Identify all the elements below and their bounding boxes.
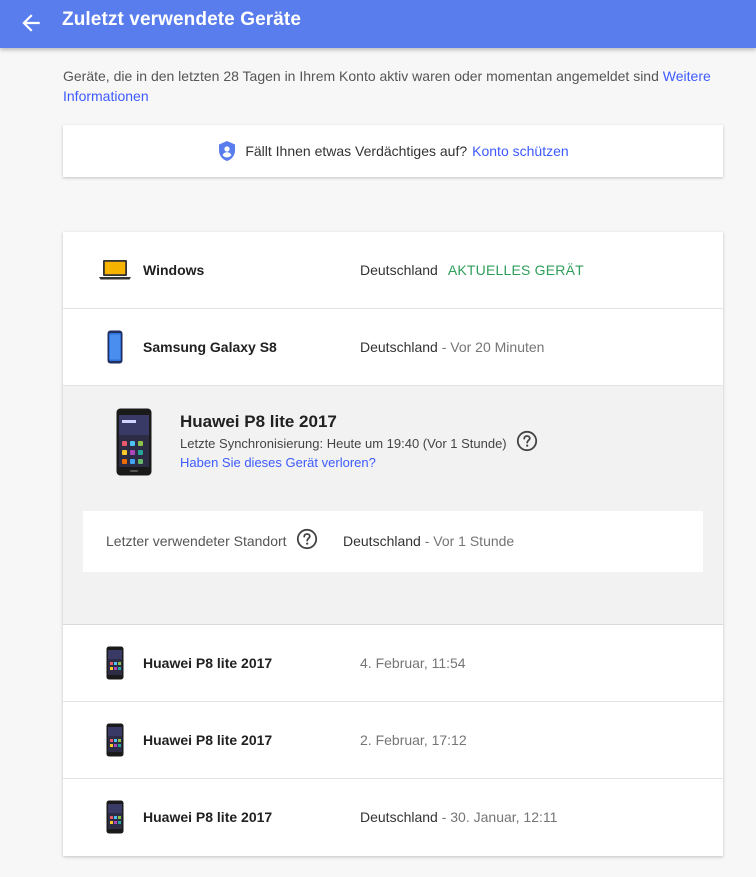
device-location: Deutschland xyxy=(360,262,438,278)
arrow-back-icon xyxy=(22,14,40,32)
device-time: 2. Februar, 17:12 xyxy=(360,732,467,748)
location-time: - Vor 1 Stunde xyxy=(420,533,515,549)
device-location: Deutschland xyxy=(360,809,438,825)
device-location: Deutschland xyxy=(360,339,438,355)
device-time: 4. Februar, 11:54 xyxy=(360,655,466,671)
device-meta: 4. Februar, 11:54 xyxy=(360,655,466,671)
device-time: - Vor 20 Minuten xyxy=(437,339,545,355)
last-location-label: Letzter verwendeter Standort xyxy=(106,533,287,549)
device-meta: 2. Februar, 17:12 xyxy=(360,732,467,748)
huawei-phone-icon xyxy=(97,645,133,681)
help-icon[interactable] xyxy=(296,528,318,550)
notice-text: Fällt Ihnen etwas Verdächtiges auf? xyxy=(245,143,468,159)
device-time: - 30. Januar, 12:11 xyxy=(437,809,558,825)
sync-text: Letzte Synchronisierung: Heute um 19:40 … xyxy=(180,435,507,451)
device-name: Huawei P8 lite 2017 xyxy=(143,732,273,748)
last-location-box: Letzter verwendeter Standort Deutschland… xyxy=(83,511,703,572)
protect-account-link[interactable]: Konto schützen xyxy=(472,143,569,159)
help-icon[interactable] xyxy=(516,430,538,452)
location-country: Deutschland xyxy=(343,533,421,549)
huawei-phone-icon xyxy=(97,722,133,758)
last-location-value: Deutschland - Vor 1 Stunde xyxy=(343,533,514,549)
device-name: Samsung Galaxy S8 xyxy=(143,339,277,355)
device-meta: Deutschland AKTUELLES GERÄT xyxy=(360,262,584,278)
device-row-windows[interactable]: Windows Deutschland AKTUELLES GERÄT xyxy=(63,232,723,309)
device-row-huawei-1[interactable]: Huawei P8 lite 2017 4. Februar, 11:54 xyxy=(63,625,723,702)
app-header: Zuletzt verwendete Geräte xyxy=(0,0,756,48)
sync-info: Letzte Synchronisierung: Heute um 19:40 … xyxy=(180,430,538,452)
lost-device-link[interactable]: Haben Sie dieses Gerät verloren? xyxy=(180,455,376,470)
device-meta: Deutschland - Vor 20 Minuten xyxy=(360,339,544,355)
device-row-huawei-3[interactable]: Huawei P8 lite 2017 Deutschland - 30. Ja… xyxy=(63,779,723,856)
current-device-badge: AKTUELLES GERÄT xyxy=(447,262,584,278)
page-title: Zuletzt verwendete Geräte xyxy=(62,9,302,30)
expanded-device-name: Huawei P8 lite 2017 xyxy=(180,412,337,431)
devices-list-card: Windows Deutschland AKTUELLES GERÄT Samsu… xyxy=(63,232,723,856)
device-details-panel: Huawei P8 lite 2017 Letzte Synchronisier… xyxy=(63,386,723,625)
intro-description: Geräte, die in den letzten 28 Tagen in I… xyxy=(63,68,663,84)
huawei-phone-large-icon xyxy=(116,408,152,476)
device-name: Huawei P8 lite 2017 xyxy=(143,655,273,671)
device-name: Huawei P8 lite 2017 xyxy=(143,809,273,825)
huawei-phone-icon xyxy=(97,799,133,835)
shield-person-icon xyxy=(219,141,236,161)
device-meta: Deutschland - 30. Januar, 12:11 xyxy=(360,809,557,825)
device-name: Windows xyxy=(143,262,205,278)
device-row-huawei-2[interactable]: Huawei P8 lite 2017 2. Februar, 17:12 xyxy=(63,702,723,779)
laptop-icon xyxy=(97,252,133,288)
intro-text: Geräte, die in den letzten 28 Tagen in I… xyxy=(63,66,723,106)
device-row-samsung[interactable]: Samsung Galaxy S8 Deutschland - Vor 20 M… xyxy=(63,309,723,386)
back-button[interactable] xyxy=(18,10,44,36)
samsung-phone-icon xyxy=(97,329,133,365)
security-notice-card: Fällt Ihnen etwas Verdächtiges auf? Kont… xyxy=(63,125,723,177)
